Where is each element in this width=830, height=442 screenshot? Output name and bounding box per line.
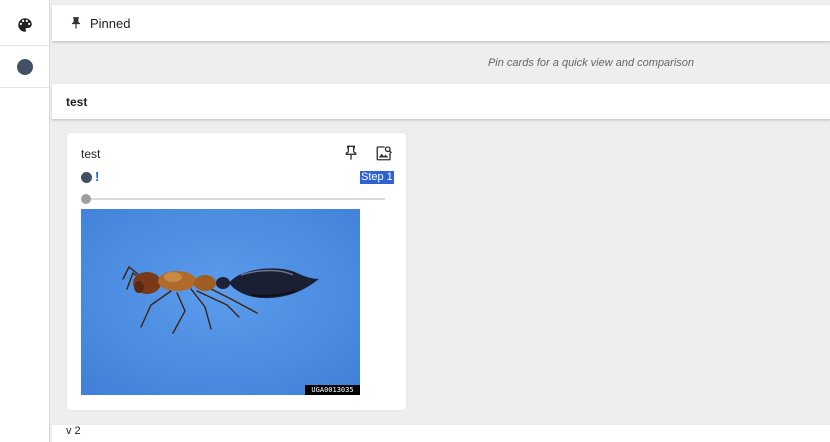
run-color-dot: [17, 59, 33, 75]
pinned-empty-hint: Pin cards for a quick view and compariso…: [487, 57, 695, 69]
step-slider-track[interactable]: [85, 198, 385, 200]
color-palette-button[interactable]: [0, 5, 50, 46]
run-color-button[interactable]: [0, 47, 50, 88]
image-card: test ! Step 1 UGA0013035: [67, 133, 406, 410]
palette-icon: [18, 18, 32, 32]
card-title: test: [81, 147, 101, 161]
card-group-header[interactable]: test: [52, 84, 830, 120]
main-panel: Pinned Pin cards for a quick view and co…: [52, 0, 830, 442]
pin-icon: [345, 145, 357, 160]
view-image-button[interactable]: [374, 143, 394, 163]
card-image[interactable]: UGA0013035: [81, 209, 360, 395]
image-search-icon: [376, 146, 393, 161]
pin-card-button[interactable]: [341, 143, 361, 163]
pin-icon: [71, 17, 81, 29]
image-tag: UGA0013035: [305, 385, 360, 395]
warning-icon: !: [95, 169, 100, 184]
step-label: Step 1: [360, 171, 394, 184]
run-indicator: !: [81, 170, 99, 184]
next-card-group-title: v 2: [66, 425, 81, 437]
ant-photo: [81, 209, 360, 395]
sidebar: [0, 0, 50, 442]
pinned-section-header[interactable]: Pinned: [52, 5, 830, 42]
step-slider-thumb[interactable]: [81, 194, 91, 204]
pinned-label: Pinned: [90, 15, 131, 31]
next-card-group-header[interactable]: v 2: [52, 425, 830, 442]
run-color-dot: [81, 171, 92, 183]
card-group-title: test: [66, 94, 88, 109]
